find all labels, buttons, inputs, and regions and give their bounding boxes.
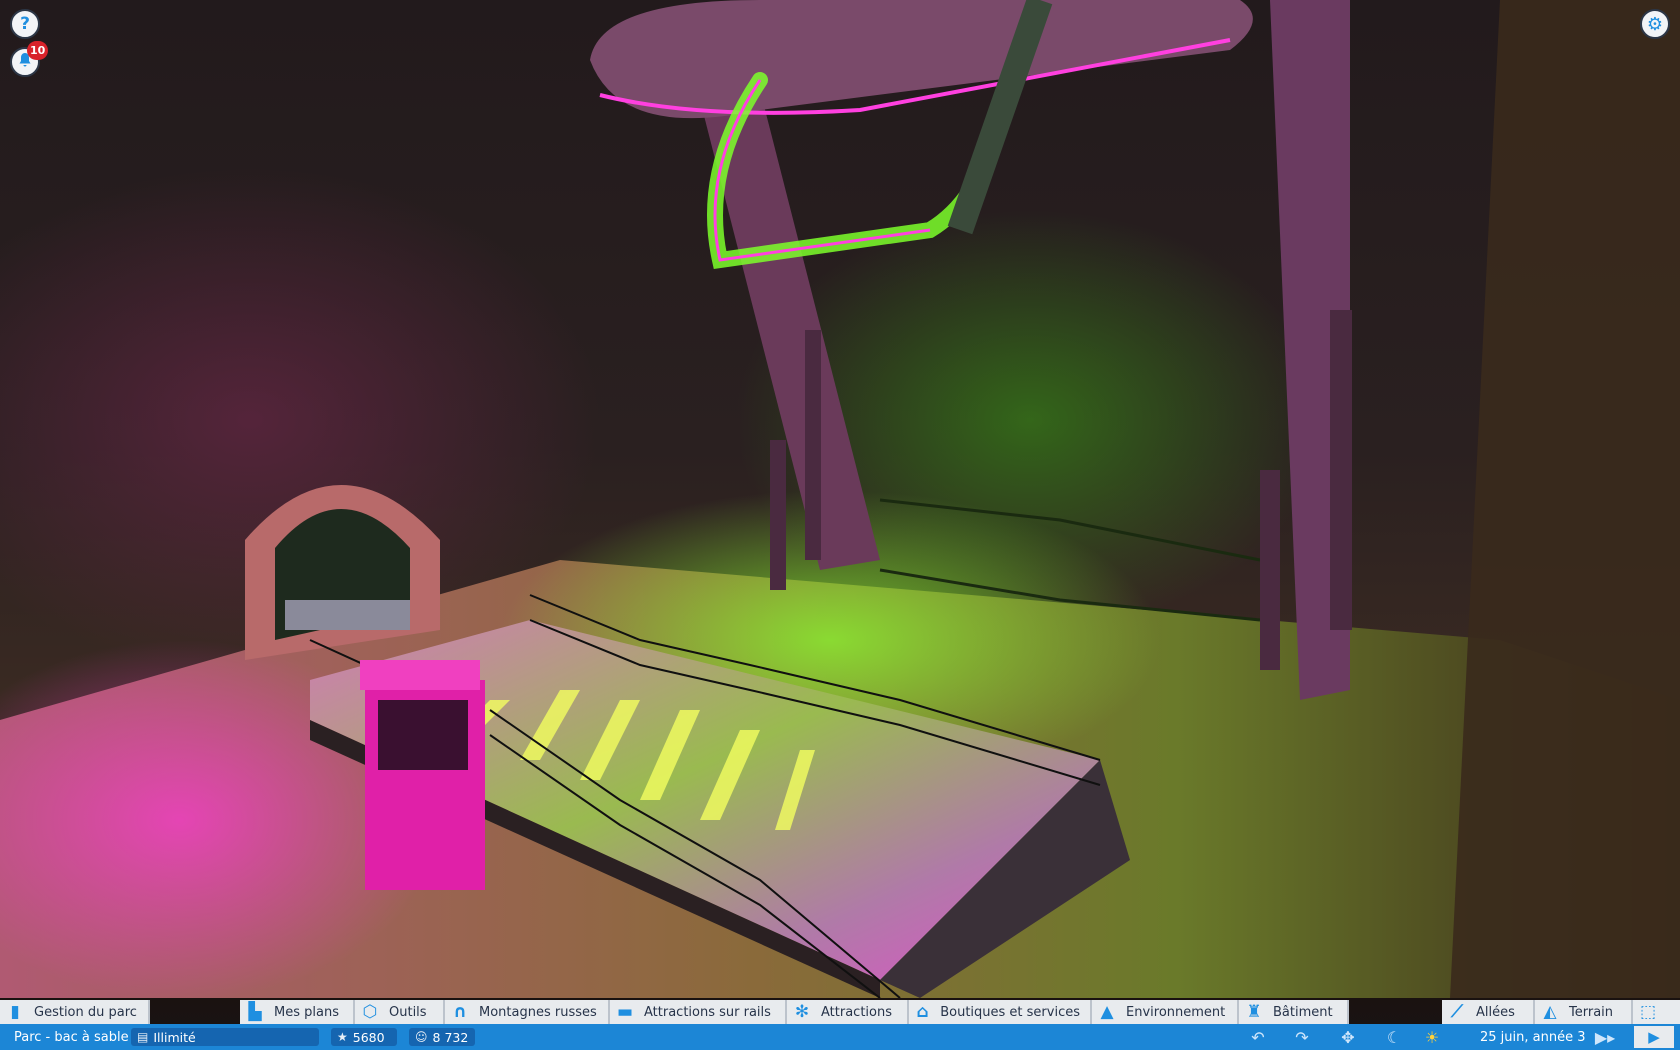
game-date: 25 juin, année 3 bbox=[1480, 1029, 1586, 1045]
blueprint-icon: ▙ bbox=[248, 1002, 262, 1022]
park-name[interactable]: Parc - bac à sable bbox=[14, 1024, 129, 1050]
scene-render bbox=[0, 0, 1680, 998]
selection-tool-button[interactable]: ⬚ bbox=[1633, 1000, 1680, 1024]
gear-icon: ⚙ bbox=[1646, 13, 1664, 35]
day-night-icon[interactable]: ☾ bbox=[1383, 1027, 1405, 1047]
guests-icon: ☺ bbox=[415, 1030, 428, 1044]
camera-move-icon[interactable]: ✥ bbox=[1337, 1027, 1359, 1047]
undo-icon[interactable]: ↶ bbox=[1247, 1027, 1269, 1047]
mountain-icon: ◭ bbox=[1543, 1002, 1557, 1022]
star-icon: ★ bbox=[337, 1030, 348, 1044]
notification-count-badge: 10 bbox=[27, 41, 49, 60]
terrain-button[interactable]: ◭ Terrain bbox=[1535, 1000, 1633, 1024]
weather-sun-icon: ☀ bbox=[1424, 1027, 1440, 1047]
track-rides-button[interactable]: ▬ Attractions sur rails bbox=[610, 1000, 787, 1024]
blueprints-button[interactable]: ▙ Mes plans bbox=[240, 1000, 355, 1024]
park-rating-display[interactable]: ★ 5680 bbox=[331, 1028, 397, 1046]
flat-rides-button[interactable]: ✻ Attractions bbox=[787, 1000, 909, 1024]
fast-forward-icon[interactable]: ▶▸ bbox=[1594, 1027, 1616, 1047]
game-viewport[interactable] bbox=[0, 0, 1680, 998]
cube-icon: ⬡ bbox=[362, 1002, 378, 1022]
path-icon: ⟋ bbox=[1451, 1002, 1463, 1022]
ferris-wheel-icon: ✻ bbox=[794, 1002, 810, 1022]
tree-icon: ▲ bbox=[1100, 1002, 1114, 1022]
tools-button[interactable]: ⬡ Outils bbox=[355, 1000, 445, 1024]
coaster-icon: ∩ bbox=[453, 1002, 467, 1022]
question-icon: ? bbox=[20, 14, 30, 34]
train-icon: ▬ bbox=[616, 1002, 634, 1022]
status-bar: Parc - bac à sable ▤ Illimité ★ 5680 ☺ 8… bbox=[0, 1024, 1680, 1050]
clipboard-icon: ▮ bbox=[10, 1002, 20, 1022]
redo-icon[interactable]: ↷ bbox=[1291, 1027, 1313, 1047]
money-icon: ▤ bbox=[137, 1030, 149, 1044]
help-button[interactable]: ? bbox=[10, 9, 40, 39]
scenery-button[interactable]: ▲ Environnement bbox=[1092, 1000, 1239, 1024]
play-button[interactable]: ▶ bbox=[1634, 1026, 1674, 1048]
shops-button[interactable]: ⌂ Boutiques et services bbox=[909, 1000, 1092, 1024]
settings-button[interactable]: ⚙ bbox=[1640, 9, 1670, 39]
building-button[interactable]: ♜ Bâtiment bbox=[1239, 1000, 1349, 1024]
guest-count-display[interactable]: ☺ 8 732 bbox=[409, 1028, 475, 1046]
coasters-button[interactable]: ∩ Montagnes russes bbox=[445, 1000, 610, 1024]
paths-button[interactable]: ⟋ Allées bbox=[1442, 1000, 1535, 1024]
tower-icon: ♜ bbox=[1246, 1002, 1262, 1022]
money-display[interactable]: ▤ Illimité bbox=[131, 1028, 319, 1046]
shop-icon: ⌂ bbox=[916, 1002, 929, 1022]
park-management-button[interactable]: ▮ Gestion du parc bbox=[0, 1000, 150, 1024]
selection-icon: ⬚ bbox=[1639, 1002, 1657, 1022]
play-icon: ▶ bbox=[1648, 1028, 1660, 1046]
